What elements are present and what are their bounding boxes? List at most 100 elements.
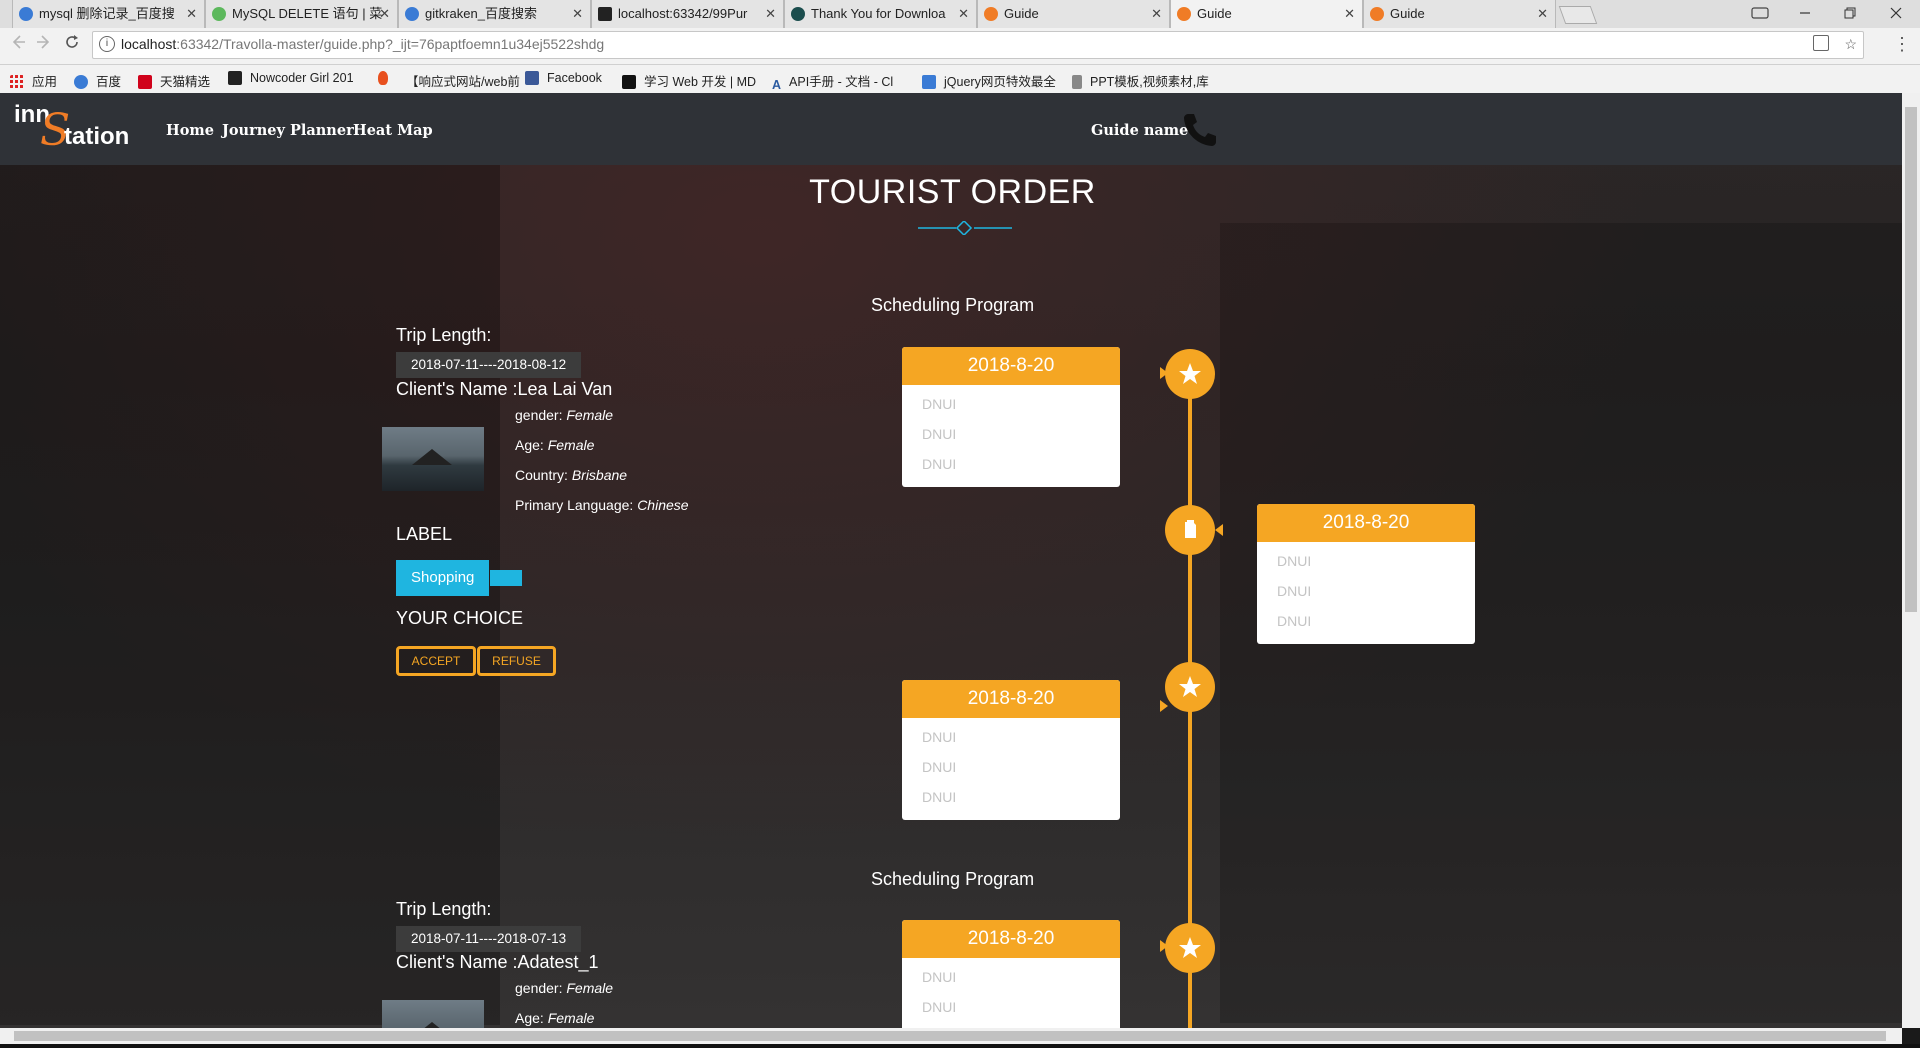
browser-tab[interactable]: gitkraken_百度搜索 ✕ — [398, 0, 591, 28]
client-age: Age: Female — [515, 437, 594, 453]
close-icon[interactable]: ✕ — [186, 0, 197, 28]
translate-icon[interactable] — [1812, 35, 1829, 51]
schedule-card: 2018-8-20 DNUI DNUI DNUI DNUI — [1257, 504, 1475, 644]
card-pointer — [1215, 524, 1223, 536]
scrollbar-thumb[interactable] — [14, 1031, 1886, 1041]
ppt-icon — [1072, 75, 1082, 89]
logo-text: tation — [64, 123, 130, 150]
browser-tab[interactable]: MySQL DELETE 语句 | 菜 ✕ — [205, 0, 398, 28]
url-path: :63342/Travolla-master/guide.php?_ijt=76… — [176, 36, 605, 52]
card-item: DNUI — [1257, 636, 1475, 644]
title-divider-icon — [918, 221, 1012, 235]
tab-title: localhost:63342/99Pur — [618, 6, 748, 21]
bookmark-label: 百度 — [96, 75, 122, 89]
nav-heat-map[interactable]: Heat Map — [353, 122, 433, 139]
tag-shopping[interactable]: Shopping — [396, 560, 490, 596]
close-icon[interactable]: ✕ — [765, 0, 776, 28]
bookmark-nowcoder[interactable]: Nowcoder Girl 201 — [228, 71, 354, 85]
guide-name[interactable]: Guide name — [1091, 122, 1188, 139]
forward-icon[interactable] — [32, 34, 56, 55]
info-icon[interactable]: i — [99, 36, 115, 52]
browser-tab[interactable]: Guide ✕ — [1363, 0, 1556, 28]
baidu-favicon-icon — [405, 7, 419, 21]
card-item: DNUI — [922, 999, 957, 1015]
page-title: TOURIST ORDER — [809, 173, 1096, 211]
close-icon[interactable]: ✕ — [572, 0, 583, 28]
bookmark-tmall[interactable]: 天猫精选 — [138, 71, 210, 90]
browser-tab[interactable]: Thank You for Downloa ✕ — [784, 0, 977, 28]
tmall-icon — [138, 75, 152, 89]
accept-button[interactable]: ACCEPT — [396, 646, 476, 676]
close-window-icon[interactable] — [1876, 0, 1916, 28]
detail-label: Age: — [515, 1010, 548, 1026]
scheduling-program-title: Scheduling Program — [871, 869, 1035, 889]
bookmark-api[interactable]: A API手册 - 文档 - Cl — [772, 71, 893, 92]
nav-home[interactable]: Home — [166, 122, 214, 139]
refuse-button[interactable]: REFUSE — [477, 646, 556, 676]
bookmark-ppt[interactable]: PPT模板,视频素材,库 — [1072, 71, 1209, 90]
menu-icon[interactable]: ⋮ — [1890, 34, 1914, 55]
bookmark-label: 天猫精选 — [160, 75, 211, 89]
trip-range: 2018-07-11----2018-07-13 — [396, 926, 582, 952]
bookmark-responsive[interactable]: 【响应式网站/web前 — [406, 71, 520, 90]
timeline-line — [1188, 373, 1192, 931]
bookmark-label: Facebook — [547, 71, 602, 85]
bookmark-jquery[interactable]: jQuery网页特效最全 — [922, 71, 1056, 90]
close-icon[interactable]: ✕ — [379, 0, 390, 28]
gitkraken-favicon-icon — [791, 7, 805, 21]
detail-value: Female — [547, 1010, 595, 1026]
trip-length-label: Trip Length: — [396, 899, 492, 919]
scheduling-program-title: Scheduling Program — [871, 295, 1035, 315]
innstation-logo[interactable]: inn S tation — [14, 101, 144, 157]
taskbar-edge — [0, 1044, 1920, 1048]
card-item: DNUI — [922, 426, 957, 442]
address-actions: ☆ — [1812, 35, 1857, 53]
browser-tab[interactable]: localhost:63342/99Pur ✕ — [591, 0, 784, 28]
phone-icon[interactable] — [1180, 110, 1220, 150]
bookmark-baidu[interactable]: 百度 — [74, 71, 121, 90]
reload-icon[interactable] — [60, 34, 84, 55]
vertical-scrollbar[interactable] — [1902, 93, 1920, 1028]
bookmark-star-icon[interactable]: ☆ — [1844, 36, 1857, 52]
browser-tab-active[interactable]: Guide ✕ — [1170, 0, 1363, 28]
browser-tab[interactable]: mysql 删除记录_百度搜 ✕ — [12, 0, 205, 28]
minimize-icon[interactable] — [1785, 0, 1825, 28]
site-navbar: inn S tation Home Journey Planner Heat M… — [0, 93, 1902, 165]
url-text[interactable]: localhost:63342/Travolla-master/guide.ph… — [121, 36, 604, 52]
card-item: DNUI — [922, 789, 957, 805]
close-icon[interactable]: ✕ — [958, 0, 969, 28]
bookmark-apps[interactable]: 应用 — [10, 71, 57, 90]
back-icon[interactable] — [6, 34, 30, 55]
close-icon[interactable]: ✕ — [1537, 0, 1548, 28]
bookmark-label: jQuery网页特效最全 — [944, 75, 1056, 89]
bookmark-facebook[interactable]: Facebook — [525, 71, 602, 85]
new-tab-button[interactable] — [1558, 6, 1598, 24]
card-item: DNUI — [922, 969, 957, 985]
label-heading: LABEL — [396, 524, 453, 544]
client-photo — [382, 427, 484, 491]
scrollbar-thumb[interactable] — [1905, 107, 1917, 612]
client-gender: gender: Female — [515, 980, 613, 996]
user-profile-icon[interactable] — [1740, 0, 1780, 28]
tag-empty[interactable] — [490, 570, 522, 586]
browser-tab[interactable]: Guide ✕ — [977, 0, 1170, 28]
trip-length-label: Trip Length: — [396, 325, 492, 345]
trip-range: 2018-07-11----2018-08-12 — [396, 352, 582, 378]
horizontal-scrollbar[interactable] — [0, 1028, 1902, 1044]
timeline-node — [1165, 662, 1215, 712]
close-icon[interactable]: ✕ — [1151, 0, 1162, 28]
restore-icon[interactable] — [1830, 0, 1870, 28]
timeline-node — [1165, 505, 1215, 555]
baidu-paw-icon — [74, 75, 88, 89]
url-input[interactable]: i localhost:63342/Travolla-master/guide.… — [92, 31, 1864, 59]
nav-journey-planner[interactable]: Journey Planner — [222, 122, 354, 139]
tab-title: gitkraken_百度搜索 — [425, 6, 537, 21]
detail-value: Brisbane — [571, 467, 628, 483]
schedule-card: 2018-8-20 DNUI DNUI DNUI DNUI — [902, 680, 1120, 820]
bookmark-mdn[interactable]: 学习 Web 开发 | MD — [622, 71, 756, 90]
client-language: Primary Language: Chinese — [515, 497, 689, 513]
timeline-node — [1165, 349, 1215, 399]
close-icon[interactable]: ✕ — [1344, 0, 1355, 28]
bookmark-fire[interactable] — [378, 71, 396, 85]
schedule-card: 2018-8-20 DNUI DNUI — [902, 920, 1120, 1028]
